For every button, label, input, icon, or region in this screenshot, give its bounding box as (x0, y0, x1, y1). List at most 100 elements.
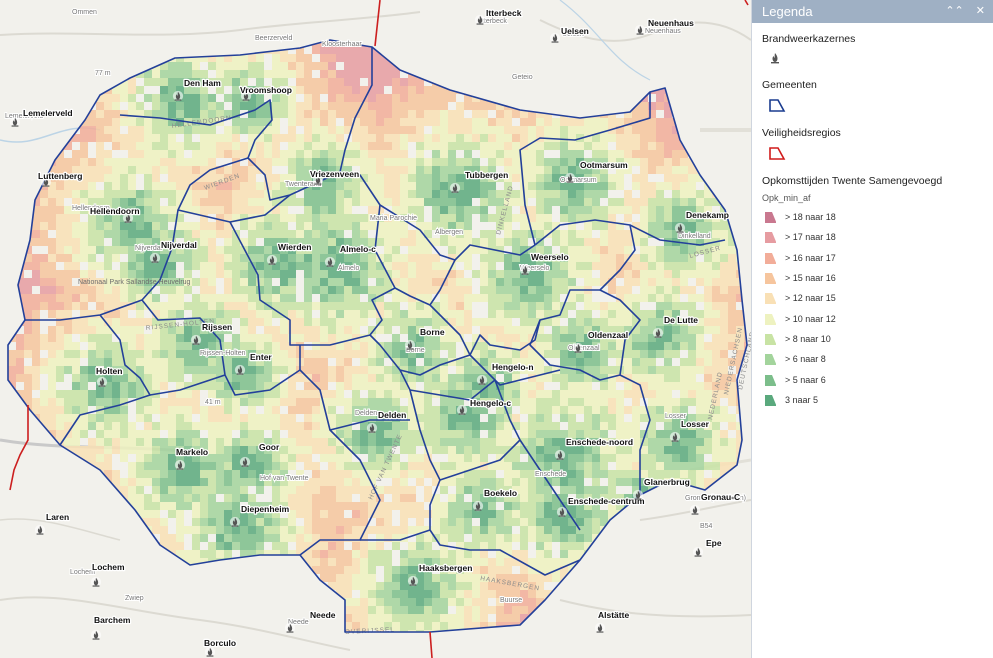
grid-cell (728, 438, 736, 446)
grid-cell (568, 422, 576, 430)
grid-cell (664, 270, 672, 278)
grid-cell (576, 334, 584, 342)
grid-cell (720, 446, 728, 454)
grid-cell (464, 182, 472, 190)
grid-cell (648, 406, 656, 414)
grid-cell (600, 446, 608, 454)
grid-cell (432, 446, 440, 454)
grid-cell (680, 342, 688, 350)
grid-cell (112, 246, 120, 254)
grid-cell (336, 446, 344, 454)
grid-cell (472, 414, 480, 422)
grid-cell (608, 350, 616, 358)
grid-cell (232, 150, 240, 158)
grid-cell (384, 254, 392, 262)
grid-cell (96, 326, 104, 334)
grid-cell (168, 134, 176, 142)
grid-cell (392, 334, 400, 342)
grid-cell (672, 366, 680, 374)
grid-cell (384, 230, 392, 238)
grid-cell (320, 454, 328, 462)
grid-cell (80, 254, 88, 262)
grid-cell (80, 294, 88, 302)
grid-cell (96, 350, 104, 358)
grid-cell (608, 342, 616, 350)
grid-cell (136, 430, 144, 438)
grid-cell (248, 414, 256, 422)
grid-cell (632, 126, 640, 134)
grid-cell (680, 382, 688, 390)
grid-cell (288, 62, 296, 70)
grid-cell (368, 198, 376, 206)
grid-cell (328, 390, 336, 398)
grid-cell (664, 342, 672, 350)
grid-cell (8, 350, 16, 358)
grid-cell (480, 134, 488, 142)
grid-cell (160, 454, 168, 462)
grid-cell (576, 246, 584, 254)
grid-cell (568, 166, 576, 174)
grid-cell (528, 390, 536, 398)
grid-cell (80, 150, 88, 158)
grid-cell (152, 406, 160, 414)
grid-cell (328, 454, 336, 462)
grid-cell (72, 366, 80, 374)
grid-cell (568, 462, 576, 470)
grid-cell (400, 390, 408, 398)
grid-cell (576, 214, 584, 222)
grid-cell (280, 70, 288, 78)
grid-cell (528, 414, 536, 422)
grid-cell (120, 246, 128, 254)
grid-cell (536, 446, 544, 454)
grid-cell (128, 390, 136, 398)
grid-cell (40, 222, 48, 230)
grid-cell (304, 486, 312, 494)
grid-cell (168, 462, 176, 470)
grid-cell (248, 494, 256, 502)
grid-cell (504, 438, 512, 446)
grid-cell (336, 278, 344, 286)
grid-cell (560, 126, 568, 134)
grid-cell (208, 310, 216, 318)
grid-cell (288, 118, 296, 126)
grid-cell (704, 222, 712, 230)
grid-cell (664, 446, 672, 454)
grid-cell (624, 214, 632, 222)
grid-cell (360, 190, 368, 198)
grid-cell (312, 254, 320, 262)
grid-cell (352, 390, 360, 398)
grid-cell (664, 126, 672, 134)
grid-cell (224, 406, 232, 414)
grid-cell (592, 190, 600, 198)
grid-cell (128, 150, 136, 158)
grid-cell (88, 254, 96, 262)
grid-cell (432, 158, 440, 166)
grid-cell (560, 486, 568, 494)
grid-cell (72, 214, 80, 222)
grid-cell (192, 198, 200, 206)
grid-cell (440, 206, 448, 214)
grid-cell (624, 270, 632, 278)
grid-cell (624, 294, 632, 302)
grid-cell (176, 142, 184, 150)
grid-cell (584, 302, 592, 310)
grid-cell (624, 382, 632, 390)
grid-cell (104, 158, 112, 166)
map-view[interactable]: HELLENDOORN WIERDEN RIJSSEN-HOLTEN HAAKS… (0, 0, 751, 658)
grid-cell (320, 134, 328, 142)
grid-cell (248, 190, 256, 198)
grid-cell (496, 158, 504, 166)
grid-cell (80, 182, 88, 190)
grid-cell (408, 278, 416, 286)
grid-cell (224, 62, 232, 70)
grid-cell (600, 118, 608, 126)
grid-cell (48, 262, 56, 270)
grid-cell (464, 366, 472, 374)
grid-cell (368, 262, 376, 270)
map-canvas[interactable]: HELLENDOORN WIERDEN RIJSSEN-HOLTEN HAAKS… (0, 0, 751, 658)
grid-cell (392, 294, 400, 302)
grid-cell (632, 142, 640, 150)
grid-cell (272, 462, 280, 470)
grid-cell (640, 278, 648, 286)
grid-cell (176, 190, 184, 198)
